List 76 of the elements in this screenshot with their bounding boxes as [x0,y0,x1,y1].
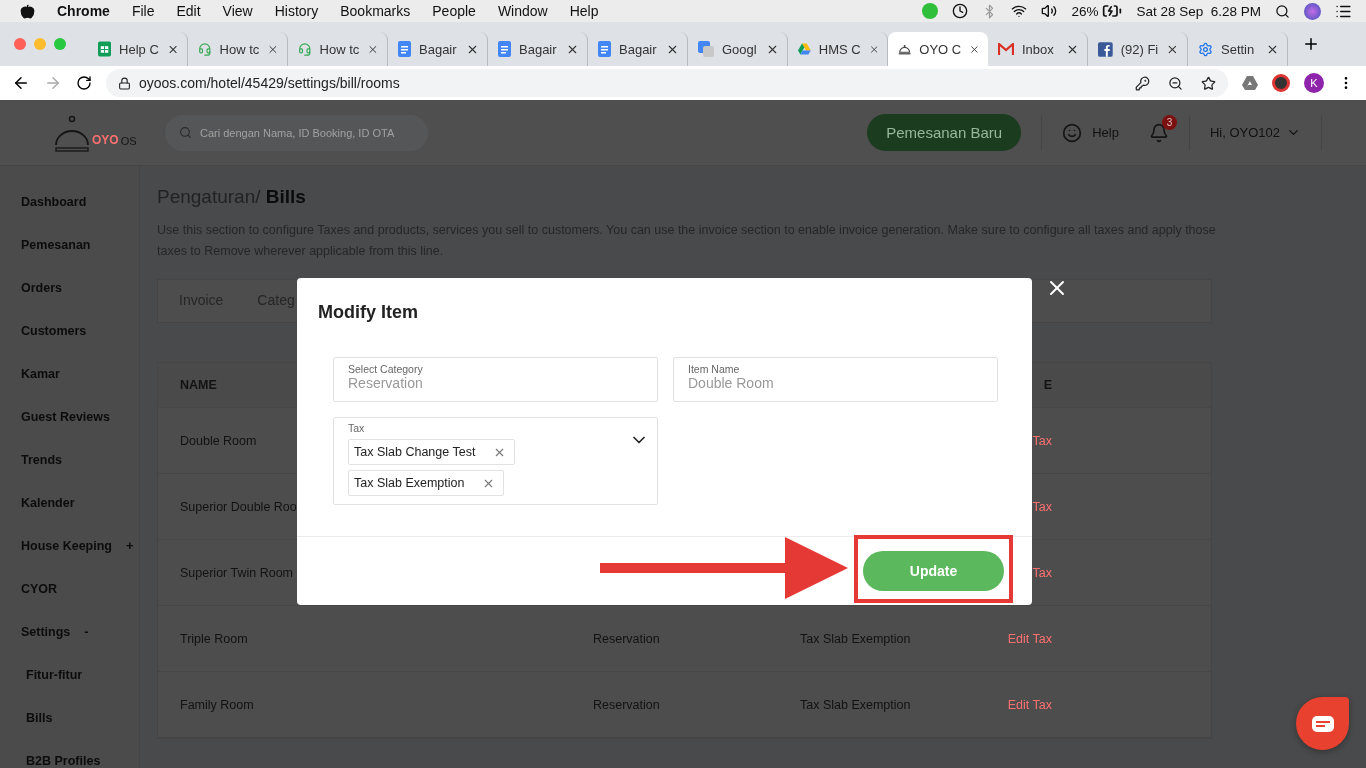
apple-icon[interactable] [20,3,35,19]
edit-tax-link[interactable]: Tax [1032,433,1052,448]
translate-icon [698,41,714,57]
bell-icon [898,42,912,56]
menu-item[interactable]: Window [497,3,548,19]
field-label: Tax [348,422,366,434]
table-cell: Superior Twin Room [180,565,293,580]
bell-logo-icon [54,114,90,155]
spreadsheet-icon [98,41,112,57]
back-icon[interactable] [12,74,30,92]
menu-item[interactable]: Edit [176,3,201,19]
key-icon[interactable] [1135,75,1150,91]
address-bar[interactable]: oyoos.com/hotel/45429/settings/bill/rooms [106,69,1228,97]
menu-item[interactable]: History [274,3,319,19]
star-icon[interactable] [1201,75,1216,91]
new-tab-icon[interactable] [1302,35,1320,53]
siri-icon[interactable] [1304,2,1321,20]
field-input[interactable]: Reservation [348,375,643,391]
document-icon [398,41,411,57]
notification-badge: 3 [1161,114,1177,130]
envelope-icon [998,43,1014,55]
extension-icon[interactable] [1272,74,1290,92]
wifi-icon[interactable] [1011,3,1028,19]
table-cell: Family Room [180,697,254,712]
zoom-out-icon[interactable] [1168,75,1183,91]
lock-icon [118,76,131,90]
table-cell: Tax Slab Exemption [800,631,911,646]
drive-extension-icon[interactable] [1242,76,1258,90]
tax-chip[interactable]: Tax Slab Exemption [348,470,505,496]
triangle-icon [798,42,811,56]
tax-select[interactable]: Tax Tax Slab Change Test Tax Slab Exemption [333,417,658,505]
new-booking-button[interactable]: Pemesanan Baru [867,114,1022,151]
logo-text: OS [120,134,137,147]
column-header: E [1043,378,1052,392]
table-cell: Reservation [593,697,660,712]
table-cell: Double Room [180,433,257,448]
square-icon [1098,41,1113,57]
table-cell: Reservation [593,631,660,646]
search-field[interactable]: Cari dengan Nama, ID Booking, ID OTA [165,114,428,151]
menu-item[interactable]: Bookmarks [340,3,411,19]
edit-tax-link[interactable]: Edit Tax [1007,697,1052,712]
edit-tax-link[interactable]: Tax [1032,565,1052,580]
search-icon[interactable] [1275,3,1290,19]
tax-chip[interactable]: Tax Slab Change Test [348,439,516,465]
menubar-clock: Sat 28 Sep 6.28 PM [1136,3,1261,19]
menu-item[interactable]: People [432,3,476,19]
form-field[interactable]: Item Name Double Room [673,357,998,402]
browser-tab[interactable]: OYO C [888,32,988,66]
search-icon [179,126,192,139]
menu-item[interactable]: Help [569,3,599,19]
logo-text: OYO [92,132,119,147]
table-cell: Tax Slab Exemption [800,697,911,712]
form-field[interactable]: Select Category Reservation [333,357,658,402]
dialog-title: Modify Item [318,302,418,322]
battery-percent: 26% [1071,3,1099,19]
field-input[interactable]: Double Room [688,375,983,391]
menu-item[interactable]: File [131,3,155,19]
headphones-icon [298,41,312,57]
gear-icon [1198,41,1213,57]
document-icon [598,41,611,57]
message-icon [1311,715,1334,732]
menu-item[interactable]: View [222,3,253,19]
document-icon [498,41,511,57]
field-label: Select Category [348,363,424,375]
field-label: Item Name [688,363,741,375]
app-menu[interactable]: Chrome [57,3,110,19]
volume-icon[interactable] [1041,3,1058,19]
table-cell: Triple Room [180,631,248,646]
headphones-icon [198,41,212,57]
clock-icon[interactable] [952,3,969,19]
reload-icon[interactable] [76,75,92,91]
table-cell: Superior Double Roo [180,499,297,514]
edit-tax-link[interactable]: Tax [1032,499,1052,514]
edit-tax-link[interactable]: Edit Tax [1007,631,1052,646]
column-header: NAME [180,378,217,392]
profile-avatar[interactable]: K [1304,73,1324,93]
